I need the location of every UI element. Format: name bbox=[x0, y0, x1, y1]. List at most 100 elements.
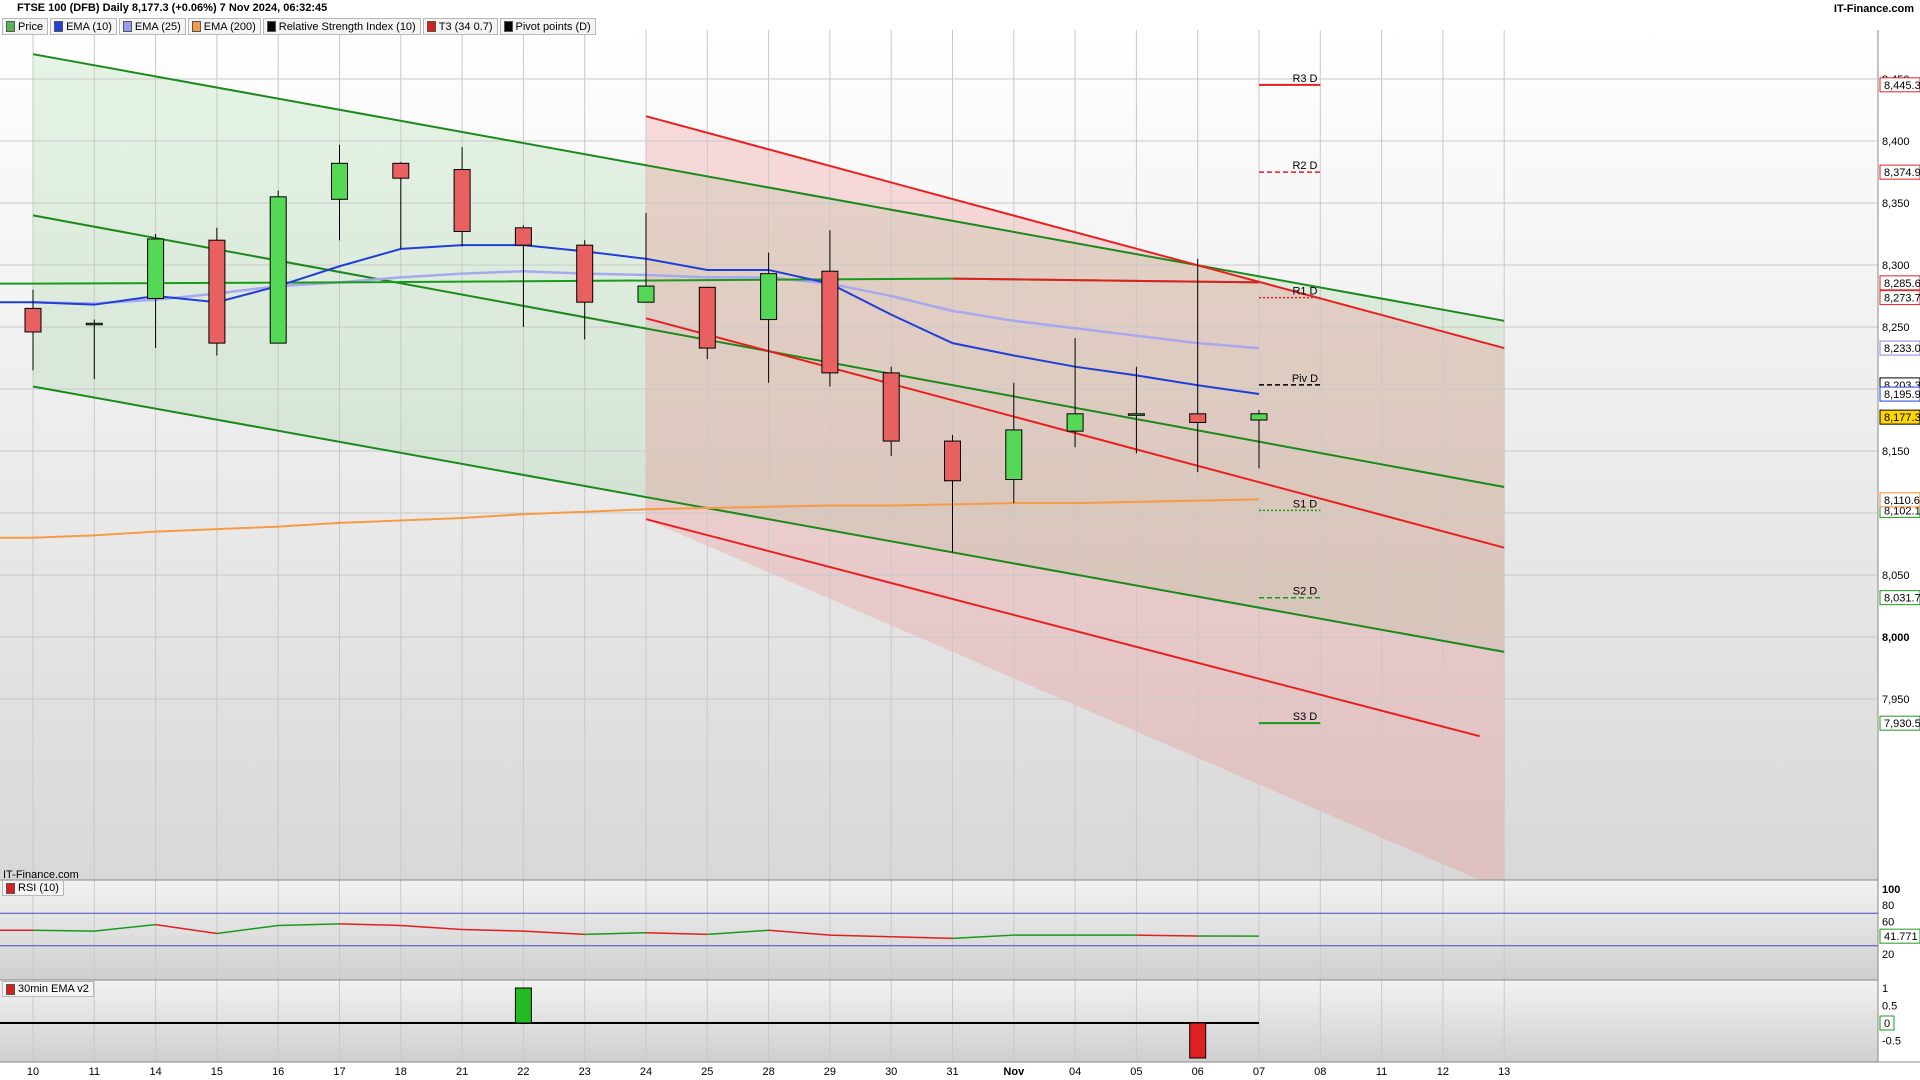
x-tick-label: 04 bbox=[1069, 1066, 1081, 1078]
x-tick-label: 30 bbox=[885, 1066, 897, 1078]
x-tick-label: 25 bbox=[701, 1066, 713, 1078]
x-tick-label: 18 bbox=[395, 1066, 407, 1078]
legend-item[interactable]: EMA (10) bbox=[50, 18, 117, 35]
axis-badge-label: 8,195.9 bbox=[1884, 389, 1920, 401]
y-tick-label: 8,400 bbox=[1882, 136, 1910, 148]
legend-item[interactable]: Relative Strength Index (10) bbox=[262, 18, 421, 35]
x-tick-label: 15 bbox=[211, 1066, 223, 1078]
x-tick-label: 05 bbox=[1130, 1066, 1142, 1078]
rsi-panel-bg bbox=[0, 880, 1878, 980]
candle-body bbox=[1250, 413, 1268, 421]
ema30-legend[interactable]: 30min EMA v2 bbox=[2, 981, 94, 997]
pivot-label: S2 D bbox=[1293, 586, 1318, 598]
x-tick-label: 22 bbox=[517, 1066, 529, 1078]
legend-swatch-icon bbox=[54, 21, 64, 32]
rsi-tick-label: 20 bbox=[1882, 949, 1894, 961]
axis-badge-label: 8,233.0 bbox=[1884, 343, 1920, 355]
axis-badge-label: 8,110.6 bbox=[1884, 495, 1920, 507]
x-tick-label: 14 bbox=[149, 1066, 161, 1078]
x-tick-label: 28 bbox=[762, 1066, 774, 1078]
y-tick-label: 8,150 bbox=[1882, 446, 1910, 458]
rsi-segment bbox=[1136, 934, 1198, 937]
ema30-bar bbox=[514, 987, 532, 1024]
legend-label: EMA (10) bbox=[66, 20, 112, 33]
candle-body bbox=[331, 162, 348, 200]
legend-label: T3 (34 0.7) bbox=[438, 20, 493, 33]
ema30-bar bbox=[1189, 1022, 1207, 1059]
candle-body bbox=[944, 440, 961, 482]
candle-body bbox=[1066, 413, 1084, 432]
legend-label: EMA (25) bbox=[134, 20, 181, 33]
ema30-tick-label: -0.5 bbox=[1882, 1036, 1901, 1048]
pivot-label: R2 D bbox=[1292, 160, 1317, 172]
ema30-swatch-icon bbox=[6, 983, 15, 995]
legend-swatch-icon bbox=[503, 21, 513, 32]
pivot-label: S3 D bbox=[1293, 711, 1318, 723]
pivot-badge-label: 8,273.7 bbox=[1884, 293, 1920, 305]
legend-bar: FTSE 100 (DFB) Daily 8,177.3 (+0.06%) 7 … bbox=[14, 0, 331, 16]
legend-swatch-icon bbox=[266, 21, 276, 32]
legend-swatch-icon bbox=[6, 21, 15, 32]
pivot-label: S1 D bbox=[1293, 498, 1318, 510]
legend-label: Price bbox=[18, 20, 44, 33]
candle-body bbox=[85, 322, 103, 326]
legend-item[interactable]: Price bbox=[2, 18, 49, 35]
candle-body bbox=[698, 286, 716, 349]
ema30-legend-label: 30min EMA v2 bbox=[18, 983, 89, 995]
y-tick-label: 8,250 bbox=[1882, 322, 1910, 334]
ema30-panel-bg bbox=[0, 980, 1878, 1062]
candle-body bbox=[637, 285, 655, 303]
legend-swatch-icon bbox=[191, 21, 201, 32]
chart-title: FTSE 100 (DFB) Daily 8,177.3 (+0.06%) 7 … bbox=[17, 2, 328, 14]
rsi-swatch-icon bbox=[6, 882, 15, 894]
x-tick-label: 16 bbox=[272, 1066, 284, 1078]
candle-body bbox=[1127, 413, 1145, 416]
x-tick-label: 11 bbox=[89, 1066, 100, 1078]
legend-item[interactable]: Pivot points (D) bbox=[499, 18, 596, 35]
legend-item[interactable]: EMA (200) bbox=[187, 18, 261, 35]
x-tick-label: 23 bbox=[579, 1066, 591, 1078]
x-tick-label: 24 bbox=[640, 1066, 652, 1078]
candle-body bbox=[1189, 413, 1207, 423]
x-tick-label: 10 bbox=[27, 1066, 39, 1078]
candle-body bbox=[392, 162, 410, 179]
y-tick-label: 8,000 bbox=[1882, 632, 1910, 644]
candle-body bbox=[882, 372, 900, 442]
x-tick-label: 31 bbox=[946, 1066, 958, 1078]
candle-body bbox=[1005, 429, 1023, 481]
y-tick-label: 8,300 bbox=[1882, 260, 1910, 272]
x-tick-label: 06 bbox=[1192, 1066, 1204, 1078]
ema30-tick-label: 0.5 bbox=[1882, 1001, 1897, 1013]
legend-swatch-icon bbox=[122, 21, 132, 32]
rsi-legend-label: RSI (10) bbox=[18, 882, 59, 894]
ema30-badge-label: 0 bbox=[1884, 1018, 1890, 1030]
pivot-badge-label: 8,374.9 bbox=[1884, 167, 1920, 179]
rsi-legend[interactable]: RSI (10) bbox=[2, 880, 64, 896]
chart-canvas[interactable]: 8,4508,4008,3508,3008,2508,2008,1508,100… bbox=[0, 0, 1920, 1080]
pivot-badge-label: 8,445.3 bbox=[1884, 80, 1920, 92]
legend-item[interactable]: T3 (34 0.7) bbox=[422, 18, 498, 35]
y-tick-label: 7,950 bbox=[1882, 694, 1910, 706]
legend-swatch-icon bbox=[426, 21, 436, 32]
x-tick-label: 07 bbox=[1253, 1066, 1265, 1078]
chart-root: 8,4508,4008,3508,3008,2508,2008,1508,100… bbox=[0, 0, 1920, 1080]
candle-body bbox=[514, 227, 532, 246]
rsi-tick-label: 80 bbox=[1882, 900, 1894, 912]
ema30-tick-label: 1 bbox=[1882, 983, 1888, 995]
pivot-label: R3 D bbox=[1292, 73, 1317, 85]
candle-body bbox=[269, 196, 287, 344]
brand-label: IT-Finance.com bbox=[1833, 3, 1914, 15]
legend-row: Price EMA (10) EMA (25) EMA (200) Relative S… bbox=[2, 18, 596, 35]
candle-body bbox=[208, 239, 226, 344]
axis-badge-label: 8,285.6 bbox=[1884, 278, 1920, 290]
candle-body bbox=[24, 307, 42, 333]
legend-item[interactable]: EMA (25) bbox=[118, 18, 186, 35]
x-tick-label: 21 bbox=[456, 1066, 468, 1078]
candle-body bbox=[453, 169, 471, 233]
pivot-badge-label: 7,930.5 bbox=[1884, 718, 1920, 730]
legend-label: EMA (200) bbox=[203, 20, 256, 33]
x-tick-label: 08 bbox=[1314, 1066, 1326, 1078]
x-tick-label: 29 bbox=[824, 1066, 836, 1078]
rsi-segment bbox=[32, 929, 95, 932]
x-tick-label: 13 bbox=[1498, 1066, 1510, 1078]
